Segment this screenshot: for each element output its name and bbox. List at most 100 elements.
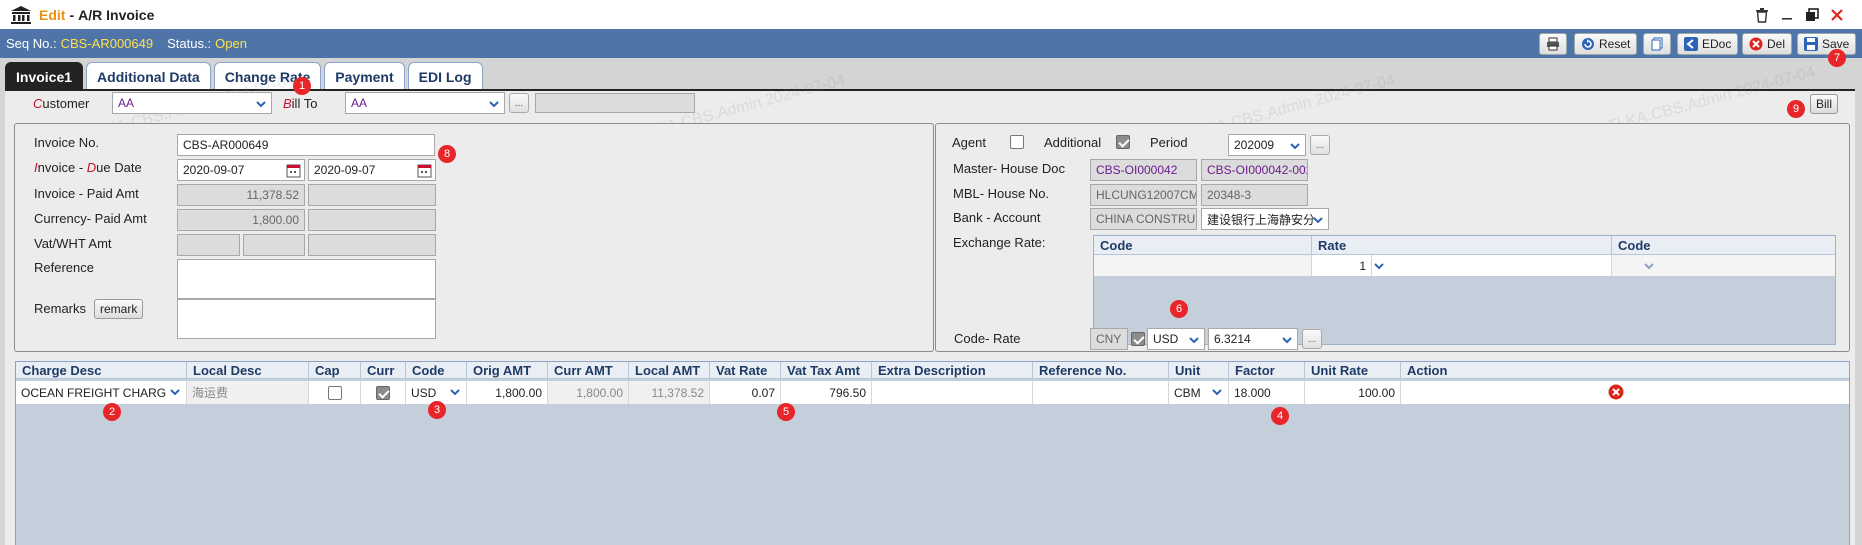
tab-invoice1[interactable]: Invoice1 (5, 62, 84, 90)
bill-to-label: Bill To (283, 96, 318, 111)
cap-checkbox[interactable] (327, 385, 342, 400)
col-vat-rate: Vat Rate (710, 362, 781, 378)
code-to-select[interactable]: USD (1147, 328, 1205, 350)
col-charge-desc: Charge Desc (16, 362, 187, 378)
bank-icon (11, 5, 31, 24)
annotation-badge-7: 7 (1828, 49, 1846, 67)
invoice-amt-field: 11,378.52 (177, 184, 305, 206)
shipment-info-panel: Agent Additional Period 202009 ... Maste… (935, 123, 1850, 352)
rate-lookup-button[interactable]: ... (1302, 329, 1322, 349)
col-factor: Factor (1229, 362, 1305, 378)
curr-checkbox[interactable] (376, 385, 390, 400)
calendar-icon[interactable] (417, 163, 432, 178)
mbl-house-no-label: MBL- House No. (953, 186, 1050, 201)
reference-textarea[interactable] (177, 259, 436, 299)
currency-paid-amt-label: Currency- Paid Amt (34, 211, 147, 226)
col-vat-tax-amt: Vat Tax Amt (781, 362, 872, 378)
invoice-paid-amt-field (308, 184, 436, 206)
exchange-rate-row[interactable]: 1 (1094, 255, 1835, 276)
edoc-button[interactable]: EDoc (1677, 33, 1739, 55)
annotation-badge-4: 4 (1271, 407, 1289, 425)
additional-label: Additional (1044, 135, 1102, 150)
window-title: A/R Invoice (78, 6, 155, 23)
table-row[interactable]: OCEAN FREIGHT CHARG 海运费 USD 1,800.00 1,8… (16, 381, 1849, 404)
chevron-down-icon (1644, 263, 1654, 270)
rate-select[interactable]: 6.3214 (1208, 328, 1298, 350)
bill-to-lookup-button[interactable]: ... (509, 93, 529, 113)
agent-label: Agent (952, 135, 986, 150)
customer-select[interactable]: AA (112, 92, 272, 114)
col-reference-no: Reference No. (1033, 362, 1169, 378)
reset-label: Reset (1599, 37, 1631, 51)
annotation-badge-2: 2 (103, 403, 121, 421)
floppy-disk-icon (1804, 37, 1818, 51)
chevron-down-icon (256, 101, 266, 108)
house-doc-field: CBS-OI000042-002 (1201, 159, 1308, 181)
bill-to-select[interactable]: AA (345, 92, 505, 114)
period-lookup-button[interactable]: ... (1310, 135, 1330, 155)
bill-button[interactable]: Bill (1810, 94, 1839, 114)
tab-edi-log[interactable]: EDI Log (407, 62, 483, 90)
chevron-down-icon (1313, 217, 1323, 224)
account-select[interactable]: 建设银行上海静安分 (1201, 208, 1329, 230)
currency-paid-amt-field (308, 209, 436, 231)
col-local-amt: Local AMT (629, 362, 710, 378)
invoice-info-panel: Invoice No. CBS-AR000649 Invoice - Due D… (14, 123, 934, 352)
chevron-down-icon (1282, 337, 1292, 344)
trash-icon[interactable] (1751, 4, 1773, 26)
period-label: Period (1150, 135, 1188, 150)
wht-field (308, 234, 436, 256)
house-no-field: 20348-3 (1201, 184, 1308, 206)
customer-label: Customer (33, 96, 90, 111)
code-from-field: CNY (1090, 328, 1128, 350)
tab-bar: Invoice1 Additional Data Change Rate Pay… (5, 62, 483, 90)
save-button[interactable]: Save (1797, 33, 1857, 55)
master-house-doc-label: Master- House Doc (953, 161, 1065, 176)
annotation-badge-1: 1 (293, 77, 311, 95)
close-icon[interactable] (1826, 4, 1848, 26)
agent-checkbox[interactable] (1010, 135, 1024, 149)
remark-button[interactable]: remark (94, 299, 144, 319)
vat-field-1 (177, 234, 240, 256)
invoice-no-label: Invoice No. (34, 135, 100, 150)
delete-row-icon[interactable] (1608, 384, 1624, 400)
tab-payment[interactable]: Payment (324, 62, 405, 90)
delete-label: Del (1767, 37, 1786, 51)
refresh-icon (1582, 38, 1594, 50)
edit-mode-label: Edit (39, 6, 66, 23)
due-date-field[interactable]: 2020-09-07 (308, 159, 436, 181)
col-unit: Unit (1169, 362, 1229, 378)
print-button[interactable] (1539, 33, 1567, 55)
invoice-due-date-label: Invoice - Due Date (34, 160, 142, 175)
restore-icon[interactable] (1801, 4, 1823, 26)
period-checkbox[interactable] (1116, 135, 1130, 149)
col-orig-amt: Orig AMT (467, 362, 548, 378)
exchange-rate-header: Code Rate Code (1094, 236, 1835, 255)
tab-additional-data[interactable]: Additional Data (86, 62, 211, 90)
reset-button[interactable]: Reset (1574, 33, 1638, 55)
minimize-icon[interactable] (1776, 4, 1798, 26)
remarks-label: Remarks (34, 301, 87, 316)
currency-amt-field: 1,800.00 (177, 209, 305, 231)
remarks-textarea[interactable] (177, 299, 436, 339)
printer-icon (1547, 37, 1559, 51)
delete-icon (1749, 37, 1763, 51)
copy-button[interactable] (1643, 33, 1671, 55)
bank-field: CHINA CONSTRUCTI (1090, 208, 1197, 230)
code-rate-checkbox[interactable] (1131, 332, 1145, 346)
mbl-field: HLCUNG12007CMPLI (1090, 184, 1197, 206)
annotation-badge-6: 6 (1170, 300, 1188, 318)
vat-field-2 (243, 234, 305, 256)
chevron-down-icon (1374, 263, 1384, 270)
invoice-no-field[interactable]: CBS-AR000649 (177, 134, 435, 156)
invoice-date-field[interactable]: 2020-09-07 (177, 159, 305, 181)
seq-value: CBS-AR000649 (60, 36, 154, 51)
exchange-rate-label: Exchange Rate: (953, 235, 1046, 250)
col-curr-amt: Curr AMT (548, 362, 629, 378)
period-select[interactable]: 202009 (1228, 134, 1306, 156)
delete-button[interactable]: Del (1742, 33, 1793, 55)
calendar-icon[interactable] (286, 163, 301, 178)
charges-grid: Charge Desc Local Desc Cap Curr Code Ori… (15, 361, 1850, 545)
seq-label: Seq No.: (6, 36, 57, 51)
col-curr: Curr (361, 362, 406, 378)
